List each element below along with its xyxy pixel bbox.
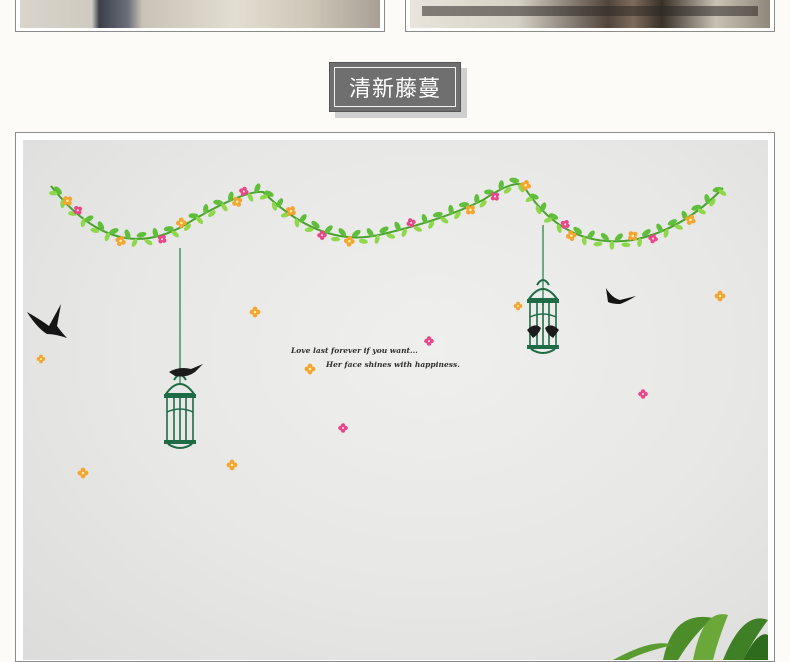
thumbnail-photo-left[interactable] xyxy=(15,0,385,32)
product-photo-frame: Love last forever if you want... Her fac… xyxy=(15,132,775,662)
decal-quote-line-2: Her face shines with happiness. xyxy=(326,360,460,369)
decal-artwork xyxy=(27,176,768,660)
plant-icon xyxy=(613,614,768,660)
bird-icon xyxy=(606,288,636,304)
living-room-photo xyxy=(20,0,380,28)
scattered-flowers xyxy=(36,290,726,479)
vine-garland xyxy=(49,176,728,250)
birdcage-icon xyxy=(163,374,197,449)
section-title-badge: 清新藤蔓 xyxy=(329,62,461,112)
thumbnail-photo-right[interactable] xyxy=(405,0,775,32)
bird-icon xyxy=(169,364,203,377)
bird-icon xyxy=(527,325,541,338)
bird-icon xyxy=(27,304,67,338)
wall-decal-photo: Love last forever if you want... Her fac… xyxy=(23,140,768,660)
bird-icon xyxy=(545,325,559,338)
decal-quote-line-1: Love last forever if you want... xyxy=(291,346,418,355)
dining-room-photo xyxy=(410,0,770,28)
section-title: 清新藤蔓 xyxy=(348,77,441,102)
